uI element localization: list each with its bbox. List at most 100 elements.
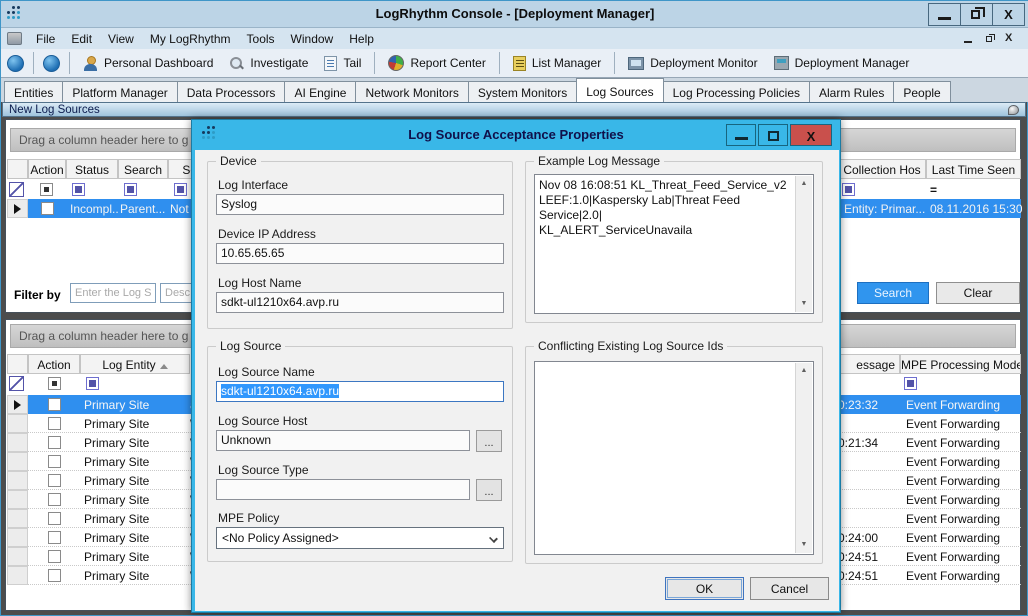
conflicting-ids-box[interactable]: ▲ ▼ — [534, 361, 814, 555]
row-selector[interactable] — [7, 414, 28, 433]
select-all-icon[interactable] — [9, 182, 24, 197]
tab-alarm-rules[interactable]: Alarm Rules — [809, 81, 894, 102]
log-source-host-field[interactable]: Unknown — [216, 430, 470, 451]
dialog-minimize-button[interactable] — [726, 124, 756, 146]
cancel-button[interactable]: Cancel — [750, 577, 829, 600]
tab-data-processors[interactable]: Data Processors — [177, 81, 286, 102]
tab-system-monitors[interactable]: System Monitors — [468, 81, 577, 102]
row-checkbox[interactable] — [48, 493, 61, 506]
row-selector[interactable] — [7, 566, 28, 585]
mdi-minimize-button[interactable] — [961, 32, 977, 46]
col-action[interactable]: Action — [28, 354, 80, 374]
tab-people[interactable]: People — [893, 81, 950, 102]
log-source-filter-input[interactable] — [70, 283, 156, 303]
row-selector[interactable] — [7, 199, 28, 218]
scroll-down-icon[interactable]: ▼ — [796, 296, 812, 312]
row-checkbox[interactable] — [48, 531, 61, 544]
pin-icon[interactable] — [1008, 105, 1019, 115]
log-entity-filter-checkbox[interactable] — [86, 377, 99, 390]
row-checkbox[interactable] — [48, 436, 61, 449]
tab-ai-engine[interactable]: AI Engine — [284, 81, 356, 102]
status-filter-checkbox[interactable] — [72, 183, 85, 196]
investigate-button[interactable]: Investigate — [221, 53, 316, 74]
scrollbar[interactable]: ▲ ▼ — [795, 363, 812, 553]
menu-tools[interactable]: Tools — [239, 29, 283, 49]
close-button[interactable]: X — [992, 3, 1025, 26]
scroll-up-icon[interactable]: ▲ — [796, 363, 812, 379]
back-orb-icon[interactable] — [7, 55, 24, 72]
example-log-message-box[interactable]: Nov 08 16:08:51 KL_Threat_Feed_Service_v… — [534, 174, 814, 314]
scroll-up-icon[interactable]: ▲ — [796, 176, 812, 192]
col-log-entity[interactable]: Log Entity — [80, 354, 190, 374]
deployment-manager-button[interactable]: Deployment Manager — [766, 53, 918, 73]
menu-my-logrhythm[interactable]: My LogRhythm — [142, 29, 239, 49]
tab-log-sources[interactable]: Log Sources — [576, 78, 663, 102]
log-source-host-browse-button[interactable]: ... — [476, 430, 502, 452]
col-collection-host[interactable]: Collection Hos — [838, 159, 926, 179]
clear-button[interactable]: Clear — [936, 282, 1020, 304]
search-button[interactable]: Search — [857, 282, 929, 304]
tab-platform-manager[interactable]: Platform Manager — [62, 81, 177, 102]
col-status[interactable]: Status — [66, 159, 118, 179]
menu-edit[interactable]: Edit — [63, 29, 100, 49]
scroll-down-icon[interactable]: ▼ — [796, 537, 812, 553]
log-source-type-field[interactable] — [216, 479, 470, 500]
menu-window[interactable]: Window — [283, 29, 342, 49]
row-checkbox[interactable] — [48, 455, 61, 468]
scrollbar[interactable]: ▲ ▼ — [795, 176, 812, 312]
mdi-restore-button[interactable] — [983, 32, 999, 46]
globe-orb-icon[interactable] — [43, 55, 60, 72]
action-filter-checkbox[interactable] — [40, 183, 53, 196]
row-checkbox[interactable] — [48, 550, 61, 563]
tail-button[interactable]: Tail — [316, 53, 369, 74]
collection-host-filter-checkbox[interactable] — [842, 183, 855, 196]
row-selector[interactable] — [7, 433, 28, 452]
col-mpe-processing-mode[interactable]: MPE Processing Mode — [900, 354, 1021, 374]
row-selector[interactable] — [7, 395, 28, 414]
row-selector[interactable] — [7, 471, 28, 490]
log-host-name-field[interactable]: sdkt-ul1210x64.avp.ru — [216, 292, 504, 313]
row-selector[interactable] — [7, 547, 28, 566]
row-selector[interactable] — [7, 509, 28, 528]
row-checkbox[interactable] — [48, 398, 61, 411]
col-search[interactable]: Search — [118, 159, 168, 179]
dialog-maximize-button[interactable] — [758, 124, 788, 146]
mpe-policy-select[interactable]: <No Policy Assigned> — [216, 527, 504, 549]
row-checkbox[interactable] — [48, 417, 61, 430]
report-center-button[interactable]: Report Center — [380, 52, 493, 74]
list-manager-button[interactable]: List Manager — [505, 53, 609, 74]
col-action[interactable]: Action — [28, 159, 66, 179]
equals-operator-icon[interactable]: = — [930, 183, 937, 197]
tab-log-processing-policies[interactable]: Log Processing Policies — [663, 81, 810, 102]
dialog-close-button[interactable]: X — [790, 124, 832, 146]
log-interface-field[interactable]: Syslog — [216, 194, 504, 215]
row-checkbox[interactable] — [48, 569, 61, 582]
device-ip-field[interactable]: 10.65.65.65 — [216, 243, 504, 264]
menu-help[interactable]: Help — [341, 29, 382, 49]
tab-network-monitors[interactable]: Network Monitors — [355, 81, 468, 102]
row-selector[interactable] — [7, 490, 28, 509]
select-all-icon[interactable] — [9, 376, 24, 391]
search-filter-checkbox[interactable] — [124, 183, 137, 196]
row-selector[interactable] — [7, 452, 28, 471]
col-last-time-seen[interactable]: Last Time Seen — [926, 159, 1021, 179]
log-source-name-input[interactable]: sdkt-ul1210x64.avp.ru — [216, 381, 504, 402]
restore-button[interactable] — [960, 3, 993, 26]
mpe-filter-checkbox[interactable] — [904, 377, 917, 390]
row-selector[interactable] — [7, 528, 28, 547]
personal-dashboard-button[interactable]: Personal Dashboard — [75, 53, 221, 74]
sea-filter-checkbox[interactable] — [174, 183, 187, 196]
deployment-monitor-button[interactable]: Deployment Monitor — [620, 53, 765, 73]
mdi-close-button[interactable]: X — [1005, 32, 1021, 46]
action-filter-checkbox[interactable] — [48, 377, 61, 390]
ok-button[interactable]: OK — [665, 577, 744, 600]
col-message[interactable]: essage — [832, 354, 900, 374]
menu-view[interactable]: View — [100, 29, 142, 49]
row-checkbox[interactable] — [48, 474, 61, 487]
minimize-button[interactable] — [928, 3, 961, 26]
row-checkbox[interactable] — [41, 202, 54, 215]
log-source-type-browse-button[interactable]: ... — [476, 479, 502, 501]
tab-entities[interactable]: Entities — [4, 81, 63, 102]
menu-file[interactable]: File — [28, 29, 63, 49]
row-checkbox[interactable] — [48, 512, 61, 525]
